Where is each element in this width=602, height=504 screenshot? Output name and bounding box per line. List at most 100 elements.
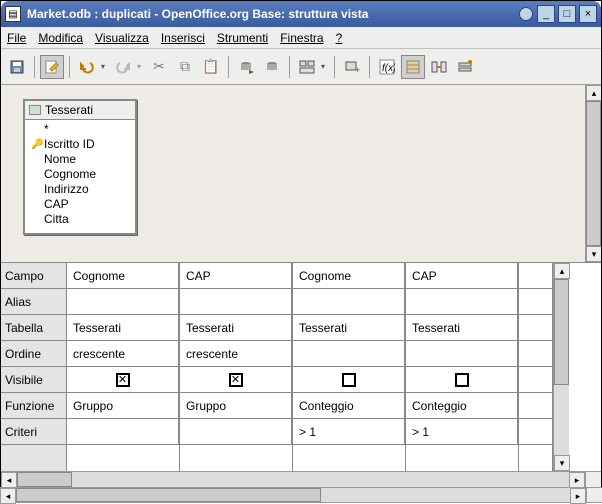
menu-visualizza[interactable]: Visualizza — [95, 31, 149, 45]
visible-checkbox[interactable] — [455, 373, 469, 387]
cell-tabella[interactable]: Tesserati — [67, 315, 179, 341]
menu-help[interactable]: ? — [336, 31, 343, 45]
rowhead-alias[interactable]: Alias — [1, 289, 66, 315]
cell-funzione[interactable]: Conteggio — [406, 393, 518, 419]
redo-icon[interactable] — [111, 55, 135, 79]
cell-criteri[interactable] — [180, 419, 292, 445]
horizontal-scrollbar-lower[interactable]: ◂ ▸ — [1, 471, 601, 487]
menu-modifica[interactable]: Modifica — [38, 31, 83, 45]
field-label: Cognome — [44, 167, 96, 182]
design-dropdown-icon[interactable]: ▾ — [321, 62, 329, 71]
clear-query-icon[interactable] — [260, 55, 284, 79]
menu-strumenti[interactable]: Strumenti — [217, 31, 268, 45]
grid-column-empty[interactable] — [519, 263, 553, 471]
cell-ordine[interactable] — [406, 341, 518, 367]
menu-file[interactable]: File — [7, 31, 26, 45]
table-window-tesserati[interactable]: Tesserati * 🔑Iscritto ID Nome Cognome In… — [23, 99, 137, 235]
field-row[interactable]: Cognome — [31, 167, 129, 182]
cell-campo[interactable]: Cognome — [293, 263, 405, 289]
rowhead-campo[interactable]: Campo — [1, 263, 66, 289]
horizontal-scrollbar-upper[interactable]: ◂ ▸ — [0, 487, 602, 503]
scroll-right-icon[interactable]: ▸ — [570, 488, 586, 504]
paste-icon[interactable]: 📋 — [199, 55, 223, 79]
maximize-button[interactable]: □ — [558, 5, 576, 23]
field-row[interactable]: 🔑Iscritto ID — [31, 137, 129, 152]
field-label: CAP — [44, 197, 69, 212]
run-query-icon[interactable] — [234, 55, 258, 79]
table-window-title[interactable]: Tesserati — [25, 101, 135, 120]
rowhead-ordine[interactable]: Ordine — [1, 341, 66, 367]
cell-ordine[interactable]: crescente — [180, 341, 292, 367]
alias-icon[interactable] — [427, 55, 451, 79]
cell-visibile[interactable]: ✕ — [180, 367, 292, 393]
cell-alias[interactable] — [180, 289, 292, 315]
table-title-label: Tesserati — [45, 103, 93, 117]
scroll-left-icon[interactable]: ◂ — [1, 472, 17, 488]
scroll-left-icon[interactable]: ◂ — [0, 488, 16, 504]
undo-dropdown-icon[interactable]: ▾ — [101, 62, 109, 71]
distinct-icon[interactable] — [453, 55, 477, 79]
copy-icon[interactable]: ⧉ — [173, 55, 197, 79]
rowhead-tabella[interactable]: Tabella — [1, 315, 66, 341]
scroll-right-icon[interactable]: ▸ — [569, 472, 585, 488]
cell-funzione[interactable]: Conteggio — [293, 393, 405, 419]
cell-visibile[interactable]: ✕ — [67, 367, 179, 393]
cell-visibile[interactable] — [406, 367, 518, 393]
field-row[interactable]: Nome — [31, 152, 129, 167]
cell-tabella[interactable]: Tesserati — [406, 315, 518, 341]
scroll-up-icon[interactable]: ▴ — [586, 85, 601, 101]
cell-criteri[interactable] — [67, 419, 179, 445]
cell-tabella[interactable]: Tesserati — [180, 315, 292, 341]
redo-dropdown-icon[interactable]: ▾ — [137, 62, 145, 71]
toggle-table-icon[interactable] — [401, 55, 425, 79]
vertical-scrollbar-lower[interactable]: ▴ ▾ — [553, 263, 569, 471]
cell-funzione[interactable]: Gruppo — [180, 393, 292, 419]
field-row[interactable]: CAP — [31, 197, 129, 212]
close-button[interactable]: × — [579, 5, 597, 23]
cell-campo[interactable]: CAP — [406, 263, 518, 289]
scroll-down-icon[interactable]: ▾ — [586, 246, 601, 262]
vertical-scrollbar-upper[interactable]: ▴ ▾ — [585, 85, 601, 262]
field-label: Iscritto ID — [44, 137, 95, 152]
primary-key-icon: 🔑 — [31, 137, 41, 152]
rowhead-criteri[interactable]: Criteri — [1, 419, 66, 445]
app-icon: ▤ — [5, 6, 21, 22]
cell-funzione[interactable]: Gruppo — [67, 393, 179, 419]
field-row[interactable]: * — [31, 122, 129, 137]
save-icon[interactable] — [5, 55, 29, 79]
rowhead-funzione[interactable]: Funzione — [1, 393, 66, 419]
table-diagram-pane[interactable]: Tesserati * 🔑Iscritto ID Nome Cognome In… — [1, 85, 601, 263]
grid-column: CAP Tesseraticrescente ✕ Gruppo — [180, 263, 293, 471]
cell-campo[interactable]: CAP — [180, 263, 292, 289]
cell-criteri[interactable]: > 1 — [293, 419, 405, 445]
cell-visibile[interactable] — [293, 367, 405, 393]
cell-ordine[interactable] — [293, 341, 405, 367]
visible-checkbox[interactable]: ✕ — [229, 373, 243, 387]
cell-tabella[interactable]: Tesserati — [293, 315, 405, 341]
cell-alias[interactable] — [406, 289, 518, 315]
cell-alias[interactable] — [67, 289, 179, 315]
functions-icon[interactable]: f(x) — [375, 55, 399, 79]
field-row[interactable]: Citta — [31, 212, 129, 227]
cell-criteri[interactable]: > 1 — [406, 419, 518, 445]
titlebar: ▤ Market.odb : duplicati - OpenOffice.or… — [1, 1, 601, 27]
cell-alias[interactable] — [293, 289, 405, 315]
rowhead-visibile[interactable]: Visibile — [1, 367, 66, 393]
field-label: Citta — [44, 212, 69, 227]
menu-finestra[interactable]: Finestra — [280, 31, 323, 45]
scroll-up-icon[interactable]: ▴ — [554, 263, 570, 279]
visible-checkbox[interactable]: ✕ — [116, 373, 130, 387]
field-row[interactable]: Indirizzo — [31, 182, 129, 197]
undo-icon[interactable] — [75, 55, 99, 79]
cell-campo[interactable]: Cognome — [67, 263, 179, 289]
cut-icon[interactable]: ✂ — [147, 55, 171, 79]
minimize-button[interactable]: _ — [537, 5, 555, 23]
menu-inserisci[interactable]: Inserisci — [161, 31, 205, 45]
design-view-icon[interactable] — [295, 55, 319, 79]
add-table-icon[interactable]: + — [340, 55, 364, 79]
cell-ordine[interactable]: crescente — [67, 341, 179, 367]
visible-checkbox[interactable] — [342, 373, 356, 387]
edit-icon[interactable] — [40, 55, 64, 79]
scroll-down-icon[interactable]: ▾ — [554, 455, 570, 471]
field-label: Nome — [44, 152, 76, 167]
